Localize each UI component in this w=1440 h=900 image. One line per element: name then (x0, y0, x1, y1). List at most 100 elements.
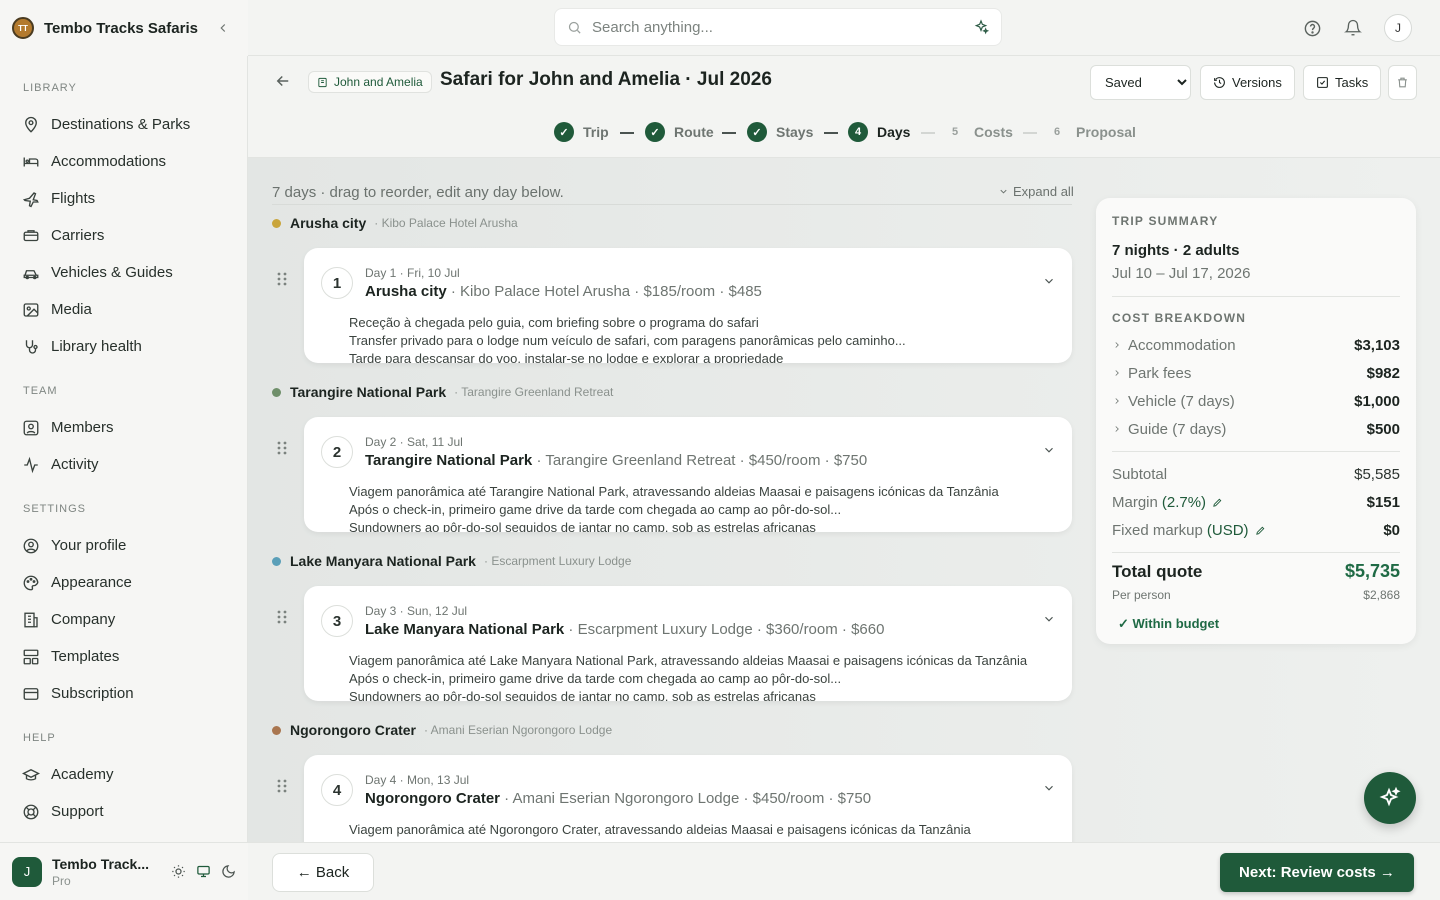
day-card[interactable]: 4 Day 4 · Mon, 13 Jul Ngorongoro Crater · … (304, 755, 1072, 842)
sidebar-item-label: Your profile (51, 537, 127, 554)
step-proposal[interactable]: 6 Proposal (1047, 122, 1136, 142)
stethoscope-icon (22, 338, 40, 356)
cost-value: $1,000 (1354, 392, 1400, 410)
step-costs[interactable]: 5 Costs (945, 122, 1013, 142)
drag-handle-icon[interactable] (276, 778, 288, 794)
profile-avatar[interactable]: J (1384, 14, 1412, 42)
destination-lodge: · Escarpment Luxury Lodge (483, 554, 632, 568)
versions-button[interactable]: Versions (1200, 65, 1295, 100)
user-avatar[interactable]: J (12, 856, 42, 887)
delete-button[interactable] (1388, 65, 1417, 100)
sidebar-item-support[interactable]: Support (0, 793, 248, 830)
sidebar-item-carriers[interactable]: Carriers (0, 217, 248, 254)
bell-icon[interactable] (1344, 19, 1362, 37)
ai-sparkle-icon[interactable] (973, 19, 989, 35)
collapse-sidebar-icon[interactable] (216, 21, 230, 35)
app-name: Tembo Tracks Safaris (44, 19, 198, 37)
day-card[interactable]: 3 Day 3 · Sun, 12 Jul Lake Manyara Nationa… (304, 586, 1072, 701)
brand-logo: TT (12, 17, 34, 39)
trip-summary-panel: TRIP SUMMARY 7 nights · 2 adults Jul 10 … (1096, 198, 1416, 644)
cost-row[interactable]: Guide (7 days) $500 (1112, 415, 1400, 443)
step-route[interactable]: ✓ Route (645, 122, 714, 142)
sidebar-item-your-profile[interactable]: Your profile (0, 527, 248, 564)
sidebar-item-media[interactable]: Media (0, 291, 248, 328)
step-trip[interactable]: ✓ Trip (554, 122, 609, 142)
sidebar-item-library-health[interactable]: Library health (0, 328, 248, 365)
sidebar-item-academy[interactable]: Academy (0, 756, 248, 793)
sidebar-item-destinations-parks[interactable]: Destinations & Parks (0, 106, 248, 143)
day-card[interactable]: 2 Day 2 · Sat, 11 Jul Tarangire National P… (304, 417, 1072, 532)
day-description-line: Receção à chegada pelo guia, com briefin… (349, 315, 759, 330)
sidebar-item-members[interactable]: Members (0, 409, 248, 446)
destination-name: Ngorongoro Crater (290, 722, 416, 738)
sidebar-item-company[interactable]: Company (0, 601, 248, 638)
sidebar-item-templates[interactable]: Templates (0, 638, 248, 675)
chevron-down-icon[interactable] (1042, 612, 1056, 626)
cost-label: Guide (7 days) (1128, 420, 1227, 438)
client-chip[interactable]: John and Amelia (308, 71, 432, 93)
cost-row[interactable]: Vehicle (7 days) $1,000 (1112, 387, 1400, 415)
divider (272, 204, 1072, 205)
search-bar[interactable] (554, 8, 1002, 46)
back-arrow-icon[interactable] (274, 72, 292, 90)
sidebar-item-subscription[interactable]: Subscription (0, 675, 248, 712)
sidebar: Reports LIBRARYDestinations & ParksAccom… (0, 0, 248, 900)
sidebar-item-flights[interactable]: Flights (0, 180, 248, 217)
status-select[interactable]: Saved (1090, 65, 1191, 100)
day-description-line: Tarde para descansar do voo, instalar-se… (349, 351, 784, 363)
day-detail: · Amani Eserian Ngorongoro Lodge · $450/… (500, 790, 872, 807)
destination-dot (272, 725, 281, 735)
day-detail: · Kibo Palace Hotel Arusha · $185/room ·… (446, 283, 762, 300)
step-days[interactable]: 4 Days (848, 122, 910, 142)
day-place: Tarangire National Park (365, 452, 533, 469)
total-label: Total quote (1112, 561, 1203, 581)
summary-dates: Jul 10 – Jul 17, 2026 (1112, 265, 1251, 282)
destination-header: Tarangire National Park · Tarangire Green… (272, 384, 613, 400)
bed-icon (22, 153, 40, 171)
dark-mode-icon[interactable] (221, 864, 236, 879)
markup-row[interactable]: Fixed markup (USD) $0 (1112, 516, 1400, 544)
expand-all-button[interactable]: Expand all (998, 184, 1074, 199)
destination-name: Arusha city (290, 215, 367, 231)
search-input[interactable] (592, 18, 973, 36)
back-button[interactable]: ← Back (272, 853, 374, 892)
chevron-down-icon[interactable] (1042, 274, 1056, 288)
drag-handle-icon[interactable] (276, 271, 288, 287)
drag-handle-icon[interactable] (276, 609, 288, 625)
chevron-down-icon[interactable] (1042, 443, 1056, 457)
pencil-icon[interactable] (1212, 497, 1223, 508)
drag-handle-icon[interactable] (276, 440, 288, 456)
sidebar-item-appearance[interactable]: Appearance (0, 564, 248, 601)
user-circle-icon (22, 537, 40, 555)
day-detail: · Tarangire Greenland Retreat · $450/roo… (532, 452, 868, 469)
day-card[interactable]: 1 Day 1 · Fri, 10 Jul Arusha city · Kibo P… (304, 248, 1072, 363)
sidebar-item-label: Accommodations (51, 153, 167, 170)
light-mode-icon[interactable] (171, 864, 186, 879)
cost-row[interactable]: Park fees $982 (1112, 359, 1400, 387)
help-icon[interactable] (1303, 19, 1322, 38)
sidebar-item-accommodations[interactable]: Accommodations (0, 143, 248, 180)
chevron-right-icon (1112, 340, 1122, 350)
next-review-costs-button[interactable]: Next: Review costs → (1220, 853, 1414, 892)
trash-icon (1396, 76, 1409, 89)
chevron-down-icon[interactable] (1042, 781, 1056, 795)
sidebar-item-vehicles-guides[interactable]: Vehicles & Guides (0, 254, 248, 291)
step-stays[interactable]: ✓ Stays (747, 122, 813, 142)
tasks-button[interactable]: Tasks (1303, 65, 1382, 100)
sidebar-item-label: Subscription (51, 685, 134, 702)
day-detail: · Escarpment Luxury Lodge · $360/room · … (564, 621, 885, 638)
subtotal-label: Subtotal (1112, 465, 1168, 483)
system-mode-icon[interactable] (196, 864, 211, 879)
step-connector (824, 132, 838, 134)
activity-icon (22, 456, 40, 474)
margin-row[interactable]: Margin (2.7%) $151 (1112, 488, 1400, 516)
step-label: Stays (776, 124, 814, 140)
sidebar-item-label: Company (51, 611, 116, 628)
sidebar-item-activity[interactable]: Activity (0, 446, 248, 483)
cost-row[interactable]: Accommodation $3,103 (1112, 331, 1400, 359)
ai-assistant-button[interactable] (1364, 772, 1416, 824)
step-connector (921, 132, 935, 134)
user-square-icon (22, 419, 40, 437)
days-editor: 7 days · drag to reorder, edit any day b… (248, 158, 1440, 842)
pencil-icon[interactable] (1255, 525, 1266, 536)
